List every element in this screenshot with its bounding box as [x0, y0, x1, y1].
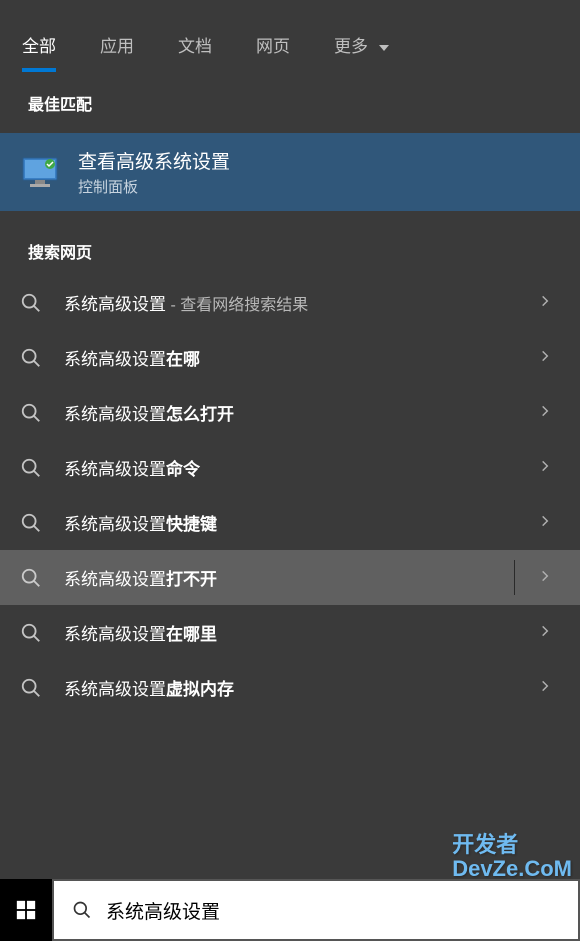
- tab-web[interactable]: 网页: [234, 20, 312, 69]
- search-result-item[interactable]: 系统高级设置 - 查看网络搜索结果: [0, 275, 580, 330]
- search-icon: [20, 677, 42, 699]
- tab-more[interactable]: 更多: [312, 20, 411, 69]
- search-panel: 全部 应用 文档 网页 更多 最佳匹配 查看高级系统设置 控制面板 搜索网页: [0, 0, 580, 715]
- search-icon: [72, 900, 92, 920]
- best-match-text: 查看高级系统设置 控制面板: [78, 147, 230, 197]
- search-result-item[interactable]: 系统高级设置虚拟内存: [0, 660, 580, 715]
- windows-icon: [15, 899, 37, 921]
- expand-button[interactable]: [538, 292, 552, 313]
- search-result-item[interactable]: 系统高级设置打不开: [0, 550, 580, 605]
- expand-button[interactable]: [538, 567, 552, 588]
- search-icon: [20, 457, 42, 479]
- chevron-right-icon: [538, 294, 552, 308]
- search-icon: [20, 567, 42, 589]
- result-text: 系统高级设置快捷键: [64, 510, 538, 535]
- chevron-right-icon: [538, 679, 552, 693]
- monitor-icon: [20, 152, 60, 192]
- search-icon: [20, 512, 42, 534]
- result-text: 系统高级设置怎么打开: [64, 400, 538, 425]
- best-match-item[interactable]: 查看高级系统设置 控制面板: [0, 133, 580, 211]
- taskbar: [0, 879, 580, 941]
- watermark-line2: DevZe.CoM: [452, 857, 572, 881]
- tab-app[interactable]: 应用: [78, 20, 156, 69]
- search-box[interactable]: [52, 879, 580, 941]
- chevron-right-icon: [538, 569, 552, 583]
- chevron-right-icon: [538, 624, 552, 638]
- tab-more-label: 更多: [334, 37, 368, 56]
- chevron-right-icon: [538, 404, 552, 418]
- search-icon: [20, 622, 42, 644]
- expand-button[interactable]: [538, 512, 552, 533]
- search-result-item[interactable]: 系统高级设置快捷键: [0, 495, 580, 550]
- result-text: 系统高级设置 - 查看网络搜索结果: [64, 290, 538, 315]
- search-input[interactable]: [106, 899, 560, 921]
- expand-button[interactable]: [538, 347, 552, 368]
- search-result-item[interactable]: 系统高级设置在哪里: [0, 605, 580, 660]
- watermark-line1: 开发者: [452, 833, 572, 857]
- expand-button[interactable]: [538, 622, 552, 643]
- search-icon: [20, 402, 42, 424]
- filter-tabs: 全部 应用 文档 网页 更多: [0, 0, 580, 69]
- chevron-right-icon: [538, 349, 552, 363]
- tab-all[interactable]: 全部: [0, 20, 78, 69]
- search-icon: [20, 347, 42, 369]
- tab-doc[interactable]: 文档: [156, 20, 234, 69]
- chevron-down-icon: [379, 45, 389, 51]
- start-button[interactable]: [0, 879, 52, 941]
- result-text: 系统高级设置虚拟内存: [64, 675, 538, 700]
- section-web-search: 搜索网页: [0, 217, 580, 275]
- results-list: 系统高级设置 - 查看网络搜索结果 系统高级设置在哪 系统高级设置怎么打开 系统…: [0, 275, 580, 715]
- expand-button[interactable]: [538, 402, 552, 423]
- result-text: 系统高级设置命令: [64, 455, 538, 480]
- best-match-subtitle: 控制面板: [78, 176, 230, 197]
- result-text: 系统高级设置打不开: [64, 565, 538, 590]
- chevron-right-icon: [538, 514, 552, 528]
- search-result-item[interactable]: 系统高级设置在哪: [0, 330, 580, 385]
- section-best-match: 最佳匹配: [0, 69, 580, 127]
- search-result-item[interactable]: 系统高级设置怎么打开: [0, 385, 580, 440]
- search-icon: [20, 292, 42, 314]
- expand-button[interactable]: [538, 677, 552, 698]
- search-result-item[interactable]: 系统高级设置命令: [0, 440, 580, 495]
- result-text: 系统高级设置在哪里: [64, 620, 538, 645]
- chevron-right-icon: [538, 459, 552, 473]
- expand-button[interactable]: [538, 457, 552, 478]
- best-match-title: 查看高级系统设置: [78, 147, 230, 174]
- watermark: 开发者 DevZe.CoM: [452, 833, 572, 881]
- result-text: 系统高级设置在哪: [64, 345, 538, 370]
